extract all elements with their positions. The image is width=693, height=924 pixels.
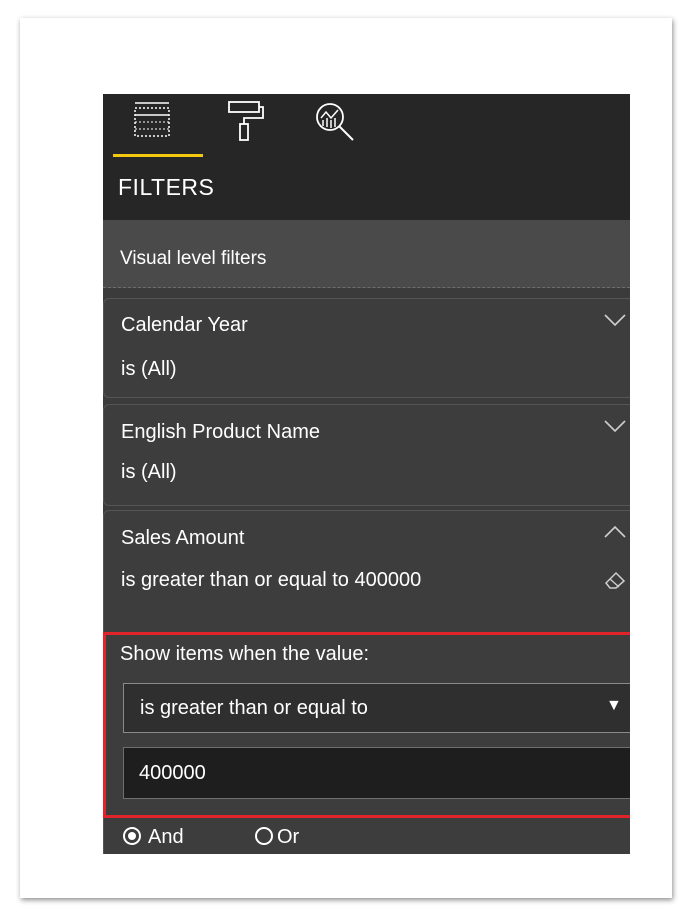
radio-unchecked-icon[interactable] — [255, 827, 273, 845]
filter-card-english-product-name[interactable]: English Product Name is (All) — [103, 404, 630, 506]
chevron-down-icon[interactable] — [604, 419, 626, 433]
filter-name: Sales Amount — [121, 527, 245, 549]
radio-and-label: And — [148, 826, 184, 848]
filter-condition: is (All) — [121, 358, 177, 380]
pane-header: FILTERS — [103, 94, 630, 220]
filter-card-calendar-year[interactable]: Calendar Year is (All) — [103, 298, 630, 398]
analytics-magnifier-icon[interactable] — [313, 98, 357, 142]
dropdown-arrow-icon: ▼ — [606, 697, 622, 714]
active-tab-indicator — [113, 154, 203, 157]
fields-grid-icon[interactable] — [131, 98, 175, 142]
chevron-down-icon[interactable] — [604, 313, 626, 327]
value-input[interactable]: 400000 — [123, 747, 630, 799]
show-items-label: Show items when the value: — [120, 643, 370, 665]
radio-or-label: Or — [277, 826, 300, 848]
value-input-text: 400000 — [139, 762, 206, 784]
radio-or[interactable]: Or — [255, 826, 335, 854]
pane-title: FILTERS — [118, 174, 215, 200]
paint-roller-icon[interactable] — [223, 98, 267, 142]
filter-condition: is (All) — [121, 461, 177, 483]
section-label: Visual level filters — [120, 248, 267, 269]
filter-name: English Product Name — [121, 421, 320, 443]
operator-dropdown[interactable]: is greater than or equal to ▼ — [123, 683, 630, 733]
visual-level-filters-header[interactable]: Visual level filters — [103, 220, 630, 288]
screenshot-frame: FILTERS Visual level filters Calendar Ye… — [20, 18, 672, 898]
filter-condition: is greater than or equal to 400000 — [121, 569, 422, 591]
radio-checked-icon[interactable] — [123, 827, 141, 845]
radio-and[interactable]: And — [123, 826, 243, 854]
operator-selected-value: is greater than or equal to — [140, 697, 368, 719]
eraser-icon[interactable] — [604, 571, 626, 589]
filters-pane: FILTERS Visual level filters Calendar Ye… — [103, 94, 630, 854]
chevron-up-icon[interactable] — [604, 525, 626, 539]
filter-name: Calendar Year — [121, 314, 248, 336]
